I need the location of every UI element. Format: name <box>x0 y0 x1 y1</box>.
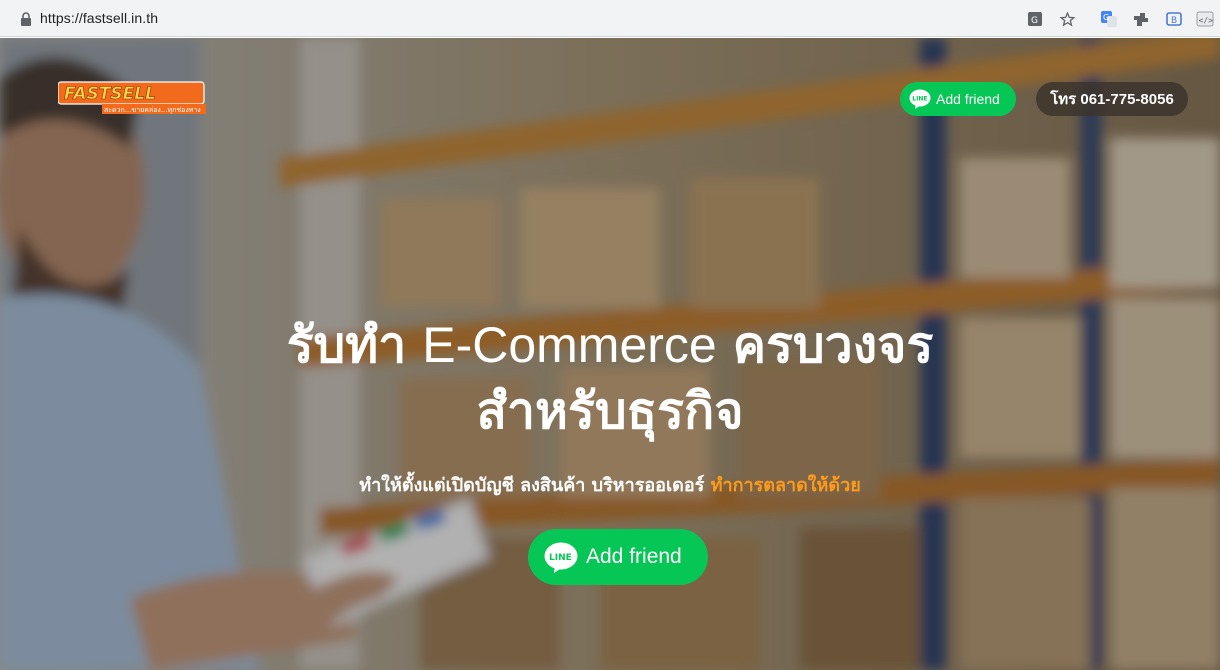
url-text[interactable]: https://fastsell.in.th <box>40 10 158 26</box>
browser-toolbar: https://fastsell.in.th G G B </> <box>0 0 1220 37</box>
subline-accent: ทำการตลาดให้ด้วย <box>710 475 861 496</box>
bookmark-star-icon[interactable] <box>1057 9 1077 29</box>
google-translate-extension-icon[interactable]: G <box>1099 9 1119 29</box>
headline-line2: สำหรับธุรกิจ <box>476 382 744 440</box>
translate-icon[interactable]: G <box>1025 9 1045 29</box>
line-add-friend-cta-button[interactable]: LINE Add friend <box>528 529 708 585</box>
svg-text:G: G <box>1103 13 1109 22</box>
headline-part3: ครบวงจร <box>732 316 934 374</box>
code-icon[interactable]: </> <box>1195 9 1215 29</box>
extension-icon[interactable] <box>1131 9 1151 29</box>
line-icon-text: LINE <box>549 553 572 563</box>
line-add-friend-header-button[interactable]: LINE Add friend <box>900 82 1016 116</box>
address-bar[interactable]: https://fastsell.in.th <box>6 5 1088 32</box>
lock-icon[interactable] <box>20 12 32 26</box>
line-logo-icon: LINE <box>544 542 578 573</box>
logo-text: FASTSELL <box>64 84 156 104</box>
fastsell-logo[interactable]: FASTSELL สะดวก...ขายคล่อง...ทุกช่องทาง <box>58 80 208 114</box>
cta-label: Add friend <box>586 545 682 568</box>
headline-part2: E-Commerce <box>422 317 717 373</box>
svg-text:B: B <box>1171 16 1177 26</box>
line-logo-icon: LINE <box>909 89 931 109</box>
phone-label: โทร 061-775-8056 <box>1050 91 1174 108</box>
line-button-label: Add friend <box>936 91 1000 107</box>
svg-text:</>: </> <box>1199 16 1214 25</box>
headline-part1: รับทำ <box>286 316 407 374</box>
svg-text:LINE: LINE <box>912 96 927 103</box>
svg-text:G: G <box>1031 16 1038 26</box>
subline-main: ทำให้ตั้งแต่เปิดบัญชี ลงสินค้า บริหารออเ… <box>359 475 705 496</box>
ext-box-icon[interactable]: B <box>1164 9 1184 29</box>
hero-subline: ทำให้ตั้งแต่เปิดบัญชี ลงสินค้า บริหารออเ… <box>0 470 1220 499</box>
hero-headline: รับทำ E-Commerce ครบวงจร สำหรับธุรกิจ <box>0 312 1220 444</box>
hero-section: FASTSELL สะดวก...ขายคล่อง...ทุกช่องทาง L… <box>0 38 1220 670</box>
phone-contact-button[interactable]: โทร 061-775-8056 <box>1036 82 1188 116</box>
logo-tagline: สะดวก...ขายคล่อง...ทุกช่องทาง <box>104 106 201 114</box>
